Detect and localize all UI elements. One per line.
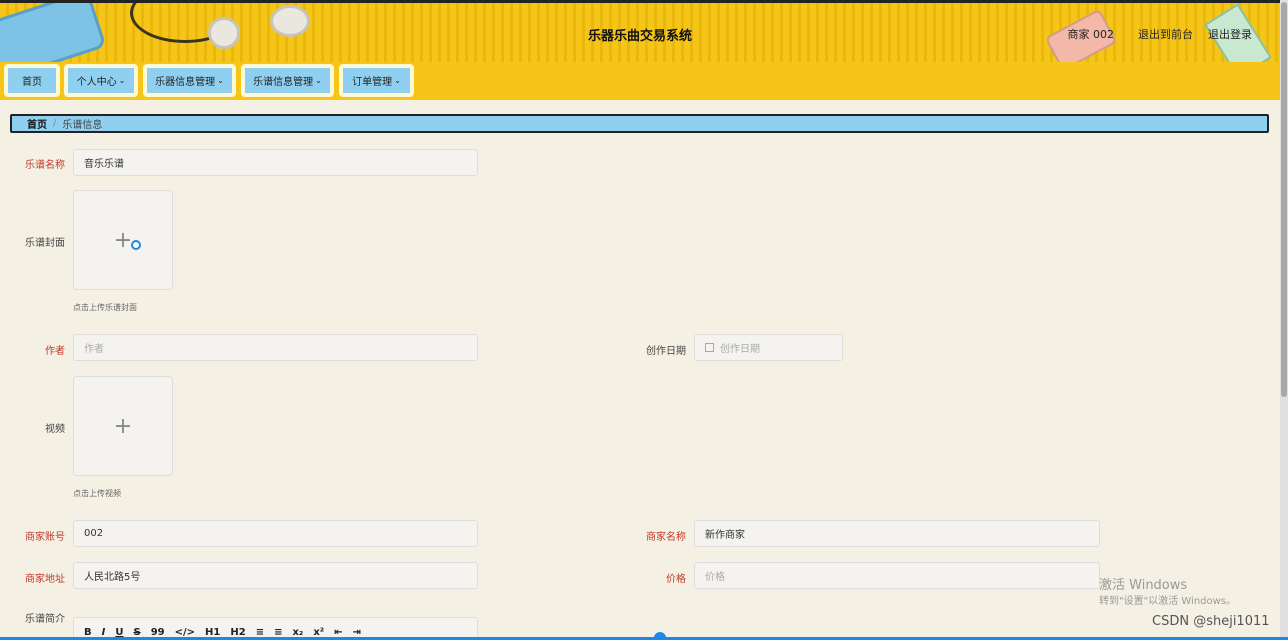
plus-icon: + bbox=[113, 227, 133, 253]
csdn-watermark: CSDN @sheji1011 bbox=[1152, 614, 1270, 629]
mouse-cursor-icon bbox=[131, 240, 141, 250]
code-button[interactable]: </> bbox=[175, 627, 195, 638]
cover-label: 乐谱封面 bbox=[25, 238, 65, 249]
underline-button[interactable]: U bbox=[115, 627, 123, 638]
calendar-icon bbox=[705, 343, 714, 352]
nav-home[interactable]: 首页 bbox=[4, 64, 60, 97]
creation-date-label: 创作日期 bbox=[646, 346, 686, 357]
video-label: 视频 bbox=[45, 424, 65, 435]
breadcrumb-home[interactable]: 首页 bbox=[27, 116, 47, 131]
plus-icon: + bbox=[113, 413, 133, 439]
header-banner: 乐器乐曲交易系统 商家 002 退出到前台 退出登录 bbox=[0, 0, 1280, 62]
phone-decoration-icon bbox=[0, 3, 107, 62]
windows-activation-title: 激活 Windows bbox=[1099, 578, 1188, 593]
breadcrumb-separator: / bbox=[53, 118, 57, 129]
earbud-decoration-icon bbox=[208, 17, 240, 49]
merchant-address-label: 商家地址 bbox=[25, 574, 65, 585]
windows-activation-subtitle: 转到"设置"以激活 Windows。 bbox=[1099, 596, 1237, 607]
bullet-list-button[interactable]: ≡ bbox=[274, 627, 282, 638]
nav-personal-center[interactable]: 个人中心 ⌄ bbox=[64, 64, 138, 97]
subscript-button[interactable]: x₂ bbox=[292, 627, 303, 638]
earbud-decoration-icon bbox=[270, 5, 310, 37]
chevron-down-icon: ⌄ bbox=[217, 76, 224, 85]
strike-button[interactable]: S bbox=[133, 627, 140, 638]
score-name-input[interactable]: 音乐乐谱 bbox=[73, 149, 478, 176]
merchant-account-input[interactable]: 002 bbox=[73, 520, 478, 547]
quote-button[interactable]: 99 bbox=[151, 627, 165, 638]
logout-link[interactable]: 退出登录 bbox=[1208, 26, 1252, 42]
breadcrumb: 首页 / 乐谱信息 bbox=[10, 114, 1269, 133]
vertical-scrollbar[interactable] bbox=[1280, 0, 1288, 640]
creation-date-picker[interactable]: 创作日期 bbox=[694, 334, 843, 361]
nav-personal-label: 个人中心 bbox=[76, 77, 117, 88]
video-upload-button[interactable]: + bbox=[73, 376, 173, 476]
heading2-button[interactable]: H2 bbox=[230, 627, 245, 638]
heading1-button[interactable]: H1 bbox=[205, 627, 220, 638]
current-user: 商家 002 bbox=[1067, 28, 1115, 41]
cover-upload-hint: 点击上传乐谱封面 bbox=[73, 303, 137, 312]
back-to-front-link[interactable]: 退出到前台 bbox=[1138, 26, 1193, 42]
main-nav: 首页 个人中心 ⌄ 乐器信息管理 ⌄ 乐谱信息管理 ⌄ 订单管理 ⌄ bbox=[0, 62, 1280, 100]
merchant-name-input[interactable]: 新作商家 bbox=[694, 520, 1100, 547]
app-title: 乐器乐曲交易系统 bbox=[587, 29, 692, 44]
scrollbar-thumb[interactable] bbox=[1281, 2, 1287, 397]
nav-order-management[interactable]: 订单管理 ⌄ bbox=[339, 64, 414, 97]
merchant-address-input[interactable]: 人民北路5号 bbox=[73, 562, 478, 589]
indent-button[interactable]: ⇥ bbox=[353, 627, 361, 638]
author-label: 作者 bbox=[45, 346, 65, 357]
italic-button[interactable]: I bbox=[102, 627, 106, 638]
chevron-down-icon: ⌄ bbox=[118, 76, 126, 85]
cover-upload-button[interactable]: + bbox=[73, 190, 173, 290]
creation-date-placeholder: 创作日期 bbox=[720, 344, 760, 355]
outdent-button[interactable]: ⇤ bbox=[334, 627, 342, 638]
video-upload-hint: 点击上传视频 bbox=[73, 489, 121, 498]
breadcrumb-current: 乐谱信息 bbox=[62, 120, 103, 131]
price-label: 价格 bbox=[666, 574, 686, 585]
superscript-button[interactable]: x² bbox=[313, 627, 324, 638]
nav-score-management[interactable]: 乐谱信息管理 ⌄ bbox=[241, 64, 334, 97]
merchant-name-label: 商家名称 bbox=[646, 532, 686, 543]
bold-button[interactable]: B bbox=[84, 627, 92, 638]
ordered-list-button[interactable]: ≡ bbox=[256, 627, 264, 638]
nav-orders-label: 订单管理 bbox=[352, 77, 393, 88]
score-name-label: 乐谱名称 bbox=[25, 160, 65, 171]
nav-instrument-label: 乐器信息管理 bbox=[155, 77, 216, 88]
intro-label: 乐谱简介 bbox=[25, 614, 65, 625]
author-input[interactable]: 作者 bbox=[73, 334, 478, 361]
price-input[interactable]: 价格 bbox=[694, 562, 1100, 589]
nav-score-label: 乐谱信息管理 bbox=[253, 77, 314, 88]
merchant-account-label: 商家账号 bbox=[25, 532, 65, 543]
nav-home-label: 首页 bbox=[22, 77, 42, 88]
chevron-down-icon: ⌄ bbox=[394, 76, 401, 85]
nav-instrument-management[interactable]: 乐器信息管理 ⌄ bbox=[143, 64, 236, 97]
chevron-down-icon: ⌄ bbox=[315, 76, 322, 85]
